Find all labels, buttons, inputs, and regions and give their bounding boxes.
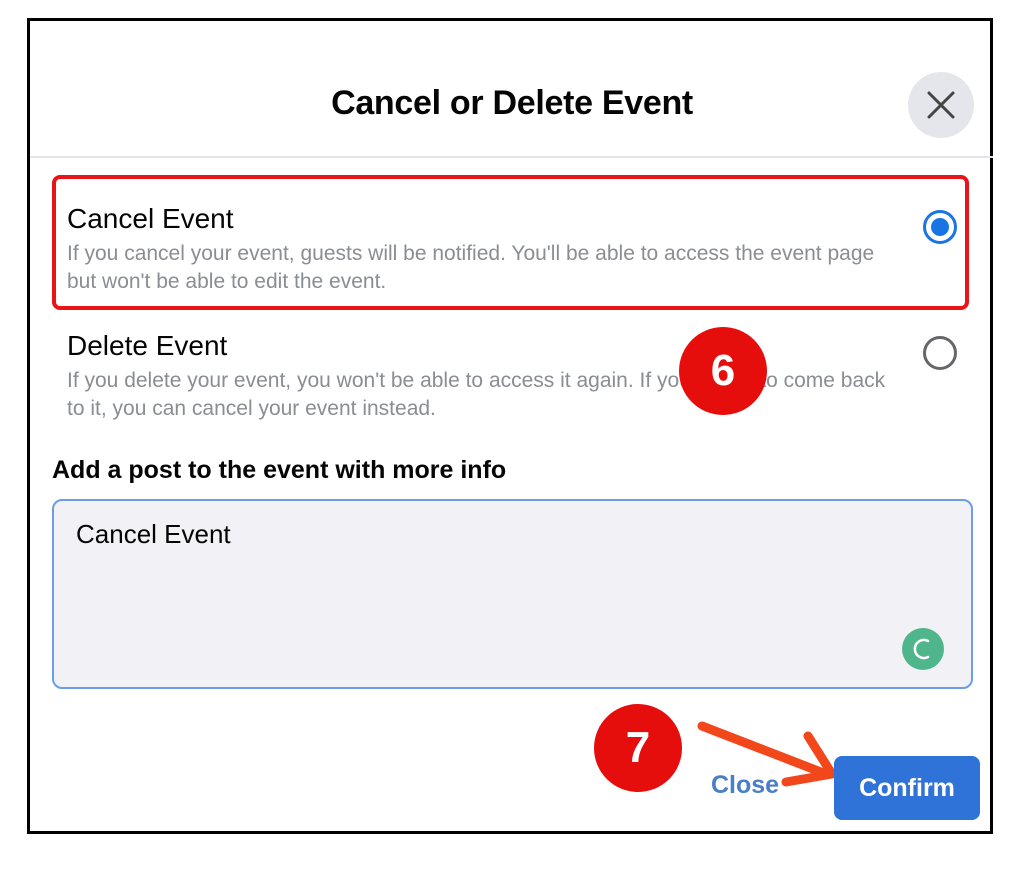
- post-label: Add a post to the event with more info: [52, 456, 507, 484]
- step-badge-6: 6: [679, 327, 767, 415]
- dialog-title: Cancel or Delete Event: [331, 84, 693, 122]
- option-delete-event[interactable]: Delete Event If you delete your event, y…: [67, 329, 904, 423]
- header-divider: [30, 156, 993, 158]
- confirm-button[interactable]: Confirm: [834, 756, 980, 820]
- post-textarea[interactable]: Cancel Event: [52, 499, 973, 689]
- close-dialog-button[interactable]: [908, 72, 974, 138]
- crescent-icon: [913, 638, 930, 660]
- annotation-arrow-icon: [697, 721, 837, 787]
- radio-delete-event[interactable]: [923, 336, 957, 370]
- close-icon: [927, 91, 955, 119]
- annotation-highlight-box: [52, 175, 969, 310]
- option-title: Delete Event: [67, 330, 228, 361]
- step-badge-7: 7: [594, 704, 682, 792]
- grammar-assistant-icon[interactable]: [902, 628, 944, 670]
- option-description: If you delete your event, you won't be a…: [67, 369, 886, 420]
